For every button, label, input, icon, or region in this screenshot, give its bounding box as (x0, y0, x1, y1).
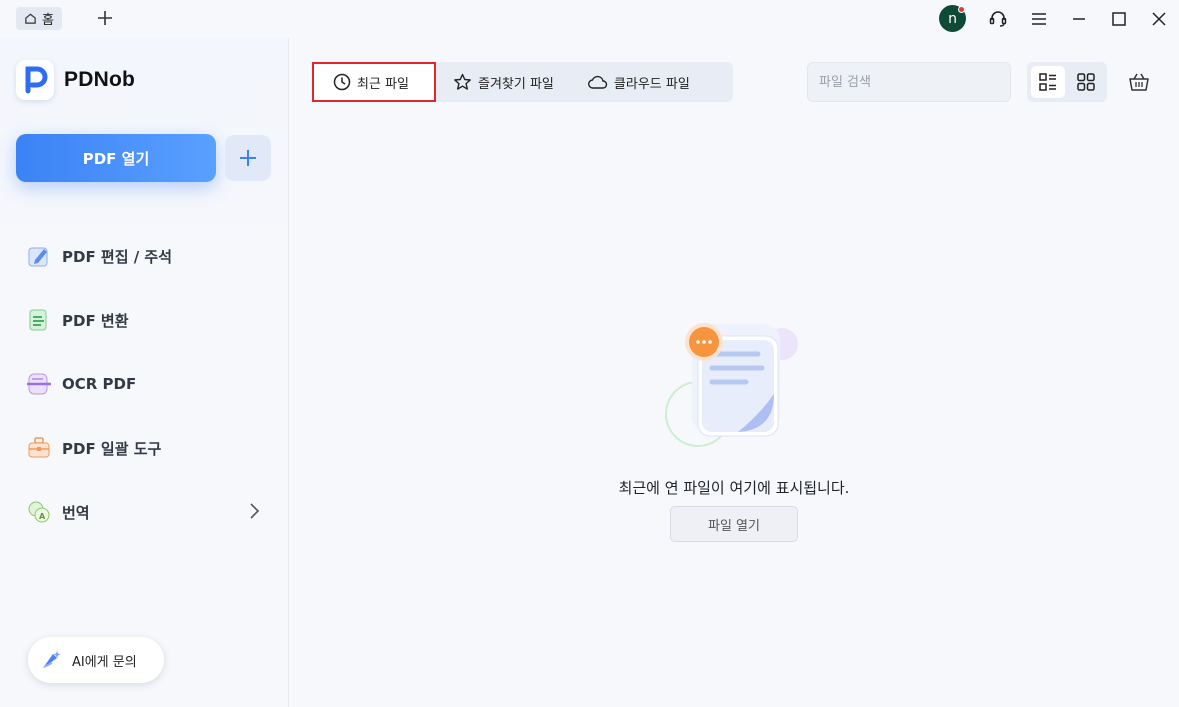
user-avatar[interactable]: n (939, 5, 966, 32)
empty-files-illustration (665, 323, 798, 447)
toolbox-icon (26, 435, 52, 461)
convert-icon (26, 307, 52, 333)
sidebar-item-convert[interactable]: PDF 변환 (26, 288, 266, 352)
home-icon (25, 13, 36, 24)
cloud-icon (587, 75, 608, 89)
edit-icon (26, 243, 52, 269)
sidebar-item-batch-tools[interactable]: PDF 일괄 도구 (26, 416, 266, 480)
svg-text:A: A (39, 512, 46, 521)
ask-ai-button[interactable]: AI에게 문의 (28, 637, 164, 683)
tab-label: 즐겨찾기 파일 (478, 76, 554, 92)
empty-state-message: 최근에 연 파일이 여기에 표시됩니다. (618, 479, 850, 497)
home-tab-label: 홈 (42, 13, 54, 28)
tab-recent-files[interactable]: 최근 파일 (312, 62, 436, 102)
open-file-button-label: 파일 열기 (708, 518, 760, 534)
sidebar-item-edit[interactable]: PDF 편집 / 주석 (26, 224, 266, 288)
chevron-right-icon[interactable] (248, 502, 260, 520)
sidebar: PDNob PDF 열기 PDF 편집 / 주석 PDF 변환 OCR PDF (0, 38, 289, 707)
list-view-icon (1039, 73, 1056, 91)
menu-icon[interactable] (1029, 9, 1049, 29)
pdnob-logo-icon (16, 60, 54, 100)
ai-sparkle-icon (43, 651, 61, 668)
tab-label: 클라우드 파일 (613, 76, 690, 92)
app-logo: PDNob (16, 60, 135, 100)
notification-dot (958, 6, 965, 13)
open-pdf-button-label: PDF 열기 (82, 149, 150, 168)
file-search[interactable] (807, 62, 1011, 102)
headset-icon[interactable] (988, 9, 1008, 29)
grid-view-icon (1077, 73, 1095, 91)
close-icon[interactable] (1149, 9, 1169, 29)
minimize-icon[interactable] (1069, 9, 1089, 29)
open-pdf-button[interactable]: PDF 열기 (16, 134, 216, 182)
clock-icon (333, 73, 351, 91)
sidebar-item-label: PDF 변환 (62, 311, 129, 330)
add-button[interactable] (225, 135, 271, 181)
tab-favorite-files[interactable]: 즐겨찾기 파일 (436, 62, 571, 102)
sidebar-nav: PDF 편집 / 주석 PDF 변환 OCR PDF PDF 일괄 도구 A 번… (26, 224, 266, 544)
sidebar-item-label: PDF 편집 / 주석 (62, 247, 173, 266)
new-tab-plus-icon[interactable] (96, 9, 114, 27)
plus-icon (240, 150, 256, 166)
maximize-icon[interactable] (1109, 9, 1129, 29)
list-view-button[interactable] (1031, 66, 1065, 98)
ocr-icon (26, 371, 52, 397)
sidebar-item-ocr[interactable]: OCR PDF (26, 352, 266, 416)
trash-basket-icon[interactable] (1128, 71, 1150, 93)
home-tab[interactable]: 홈 (16, 7, 62, 30)
sidebar-item-label: 번역 (62, 503, 90, 522)
ask-ai-label: AI에게 문의 (72, 654, 137, 670)
tab-cloud-files[interactable]: 클라우드 파일 (571, 62, 707, 102)
grid-view-button[interactable] (1069, 66, 1103, 98)
sidebar-item-label: PDF 일괄 도구 (62, 439, 162, 458)
title-bar: 홈 n (0, 0, 1179, 38)
open-file-button[interactable]: 파일 열기 (670, 506, 798, 542)
view-toggle (1027, 62, 1107, 102)
app-name: PDNob (64, 68, 135, 91)
sidebar-item-label: OCR PDF (62, 375, 137, 393)
search-input[interactable] (819, 74, 999, 90)
star-icon (454, 73, 471, 90)
file-tabs: 최근 파일 즐겨찾기 파일 클라우드 파일 (312, 62, 733, 102)
sidebar-item-translate[interactable]: A 번역 (26, 480, 266, 544)
translate-icon: A (26, 499, 52, 525)
avatar-letter: n (948, 10, 957, 27)
tab-label: 최근 파일 (357, 76, 409, 92)
